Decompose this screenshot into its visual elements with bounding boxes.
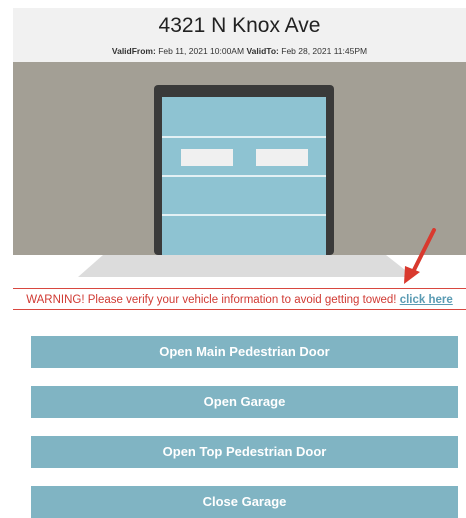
- valid-from-value: Feb 11, 2021 10:00AM: [158, 46, 245, 56]
- header: 4321 N Knox Ave ValidFrom: Feb 11, 2021 …: [13, 8, 466, 62]
- door-window-left: [181, 149, 233, 166]
- validity-period: ValidFrom: Feb 11, 2021 10:00AM ValidTo:…: [13, 46, 466, 56]
- annotation-arrow-icon: [398, 228, 442, 293]
- door-window-right: [256, 149, 308, 166]
- driveway: [0, 255, 466, 285]
- valid-from-label: ValidFrom:: [111, 46, 156, 56]
- address-title: 4321 N Knox Ave: [158, 14, 321, 37]
- click-here-link[interactable]: click here: [400, 294, 453, 306]
- warning-text: WARNING! Please verify your vehicle info…: [26, 294, 397, 306]
- garage-illustration: [13, 62, 466, 255]
- open-main-pedestrian-door-button[interactable]: Open Main Pedestrian Door: [31, 336, 458, 368]
- open-garage-button[interactable]: Open Garage: [31, 386, 458, 418]
- valid-to-label: ValidTo:: [246, 46, 279, 56]
- valid-to-value: Feb 28, 2021 11:45PM: [281, 46, 368, 56]
- tow-warning-banner: WARNING! Please verify your vehicle info…: [13, 288, 466, 310]
- close-garage-button[interactable]: Close Garage: [31, 486, 458, 518]
- open-top-pedestrian-door-button[interactable]: Open Top Pedestrian Door: [31, 436, 458, 468]
